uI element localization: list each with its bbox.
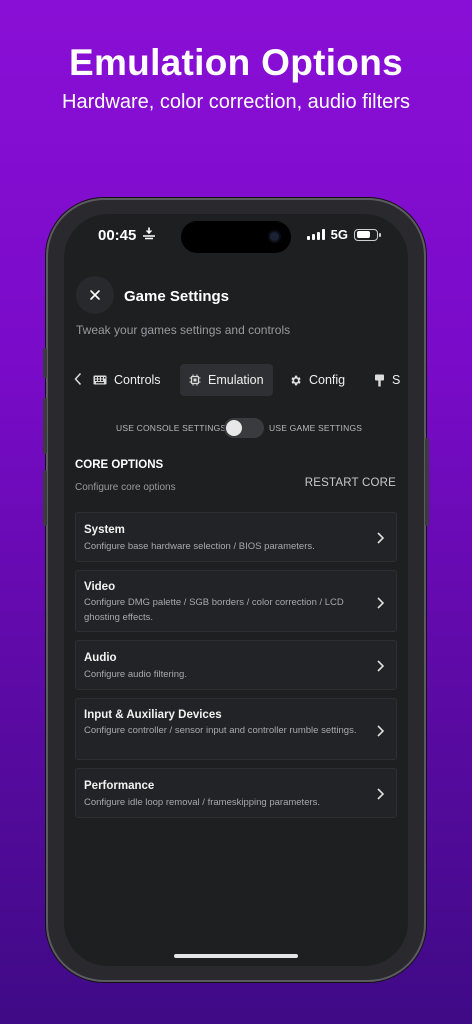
gear-icon	[291, 375, 301, 385]
card-description: Configure base hardware selection / BIOS…	[84, 541, 315, 552]
settings-source-toggle-row: USE CONSOLE SETTINGS USE GAME SETTINGS	[64, 418, 408, 438]
card-description: Configure idle loop removal / frameskipp…	[84, 797, 321, 808]
phone-volume-up	[43, 398, 47, 454]
card-video[interactable]: Video Configure DMG palette / SGB border…	[75, 570, 397, 632]
chip-icon	[189, 374, 201, 386]
keyboard-icon	[93, 375, 107, 385]
card-description: Configure DMG palette / SGB borders / co…	[84, 597, 344, 623]
tab-config[interactable]: Config	[280, 364, 354, 396]
close-button[interactable]	[76, 276, 114, 314]
chevron-right-icon	[377, 596, 385, 614]
tab-config-label: Config	[309, 373, 346, 387]
close-icon	[90, 290, 100, 300]
toggle-knob	[226, 420, 242, 436]
card-audio[interactable]: Audio Configure audio filtering.	[75, 640, 397, 690]
tab-emulation[interactable]: Emulation	[180, 364, 273, 396]
phone-power-button	[425, 438, 429, 526]
page-title: Game Settings	[124, 288, 230, 305]
card-title: Performance	[84, 780, 155, 792]
settings-source-toggle[interactable]	[224, 418, 264, 438]
card-input-devices[interactable]: Input & Auxiliary Devices Configure cont…	[75, 698, 397, 760]
chevron-right-icon	[377, 659, 385, 677]
chevron-right-icon	[377, 724, 385, 742]
console-settings-label: USE CONSOLE SETTINGS	[116, 423, 227, 433]
home-indicator[interactable]	[174, 954, 298, 958]
paint-icon	[375, 374, 384, 386]
phone-screen: 00:45 5G Game Settings Tweak your games …	[64, 214, 408, 966]
tab-partial-label: S	[392, 373, 401, 387]
battery-icon	[354, 228, 381, 241]
chevron-right-icon	[377, 787, 385, 805]
phone-volume-down	[43, 470, 47, 526]
page-subtitle: Tweak your games settings and controls	[76, 323, 291, 337]
card-performance[interactable]: Performance Configure idle loop removal …	[75, 768, 397, 818]
tab-emulation-label: Emulation	[208, 373, 264, 387]
camera-icon	[270, 232, 279, 241]
cast-icon	[142, 226, 156, 245]
phone-side-button	[43, 348, 47, 378]
tab-controls-label: Controls	[114, 373, 161, 387]
status-indicators: 5G	[306, 227, 381, 242]
status-time: 00:45	[98, 227, 137, 244]
card-description: Configure controller / sensor input and …	[84, 725, 357, 736]
card-description: Configure audio filtering.	[84, 669, 187, 680]
phone-frame: 00:45 5G Game Settings Tweak your games …	[43, 198, 429, 982]
card-title: Audio	[84, 652, 117, 664]
hero-subtitle: Hardware, color correction, audio filter…	[62, 91, 410, 113]
network-label: 5G	[330, 227, 348, 242]
restart-core-button[interactable]: RESTART CORE	[305, 477, 396, 489]
chevron-right-icon	[377, 531, 385, 549]
chevron-left-icon[interactable]	[74, 372, 82, 391]
card-title: Video	[84, 581, 116, 593]
section-title: CORE OPTIONS	[75, 459, 164, 471]
hero-title: Emulation Options	[69, 42, 403, 83]
tab-partial[interactable]: S	[365, 364, 400, 396]
section-subtitle: Configure core options	[75, 482, 176, 493]
tab-bar: Controls Emulation Config S	[64, 364, 408, 396]
dynamic-island	[181, 221, 291, 253]
game-settings-label: USE GAME SETTINGS	[269, 423, 363, 433]
battery-fill	[356, 231, 371, 238]
card-title: Input & Auxiliary Devices	[84, 709, 222, 721]
card-title: System	[84, 524, 125, 536]
tab-controls[interactable]: Controls	[84, 364, 170, 396]
card-system[interactable]: System Configure base hardware selection…	[75, 512, 397, 562]
signal-icon	[306, 229, 325, 240]
